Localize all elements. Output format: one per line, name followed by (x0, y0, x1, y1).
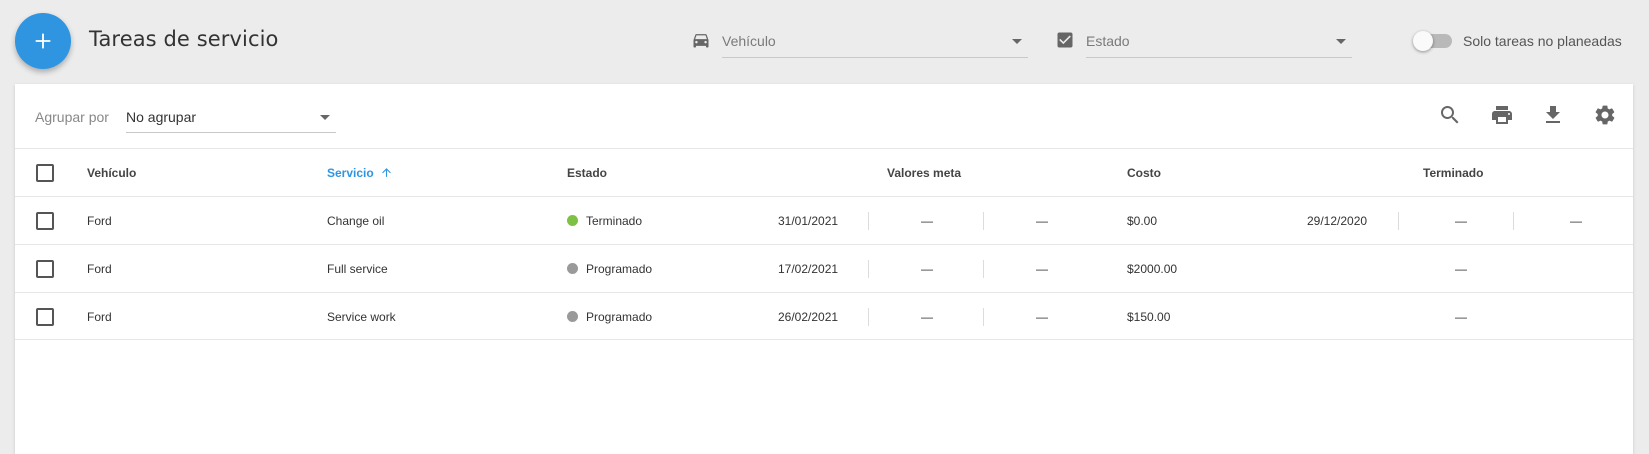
header-bar: Tareas de servicio Vehículo Estado Solo … (0, 0, 1649, 82)
status-dot (567, 263, 578, 274)
tasks-table: Vehículo Servicio Estado Valores meta Co… (15, 148, 1633, 340)
cell-target-value-1: — (921, 310, 933, 324)
toggle-knob (1413, 31, 1433, 51)
cell-vehicle: Ford (87, 310, 112, 324)
group-by-label: Agrupar por (35, 109, 109, 125)
cell-target-date: 17/02/2021 (778, 262, 839, 276)
column-separator (868, 260, 869, 278)
chevron-down-icon (320, 115, 330, 120)
cell-service: Change oil (327, 214, 385, 228)
chevron-down-icon (1336, 39, 1346, 44)
column-separator (983, 260, 984, 278)
checkbox-checked-icon (1055, 30, 1075, 55)
column-header-cost[interactable]: Costo (1127, 149, 1161, 197)
cell-cost: $0.00 (1127, 214, 1158, 228)
cell-target-date: 26/02/2021 (778, 310, 839, 324)
column-separator (983, 308, 984, 326)
unplanned-only-toggle[interactable] (1413, 31, 1452, 51)
status-dot (567, 311, 578, 322)
vehicle-filter[interactable]: Vehículo (722, 24, 1028, 58)
search-button[interactable] (1438, 103, 1462, 127)
status-filter-placeholder: Estado (1086, 33, 1130, 49)
cell-finished-value-1: — (1455, 214, 1467, 228)
row-checkbox[interactable] (36, 212, 54, 230)
column-header-target-values[interactable]: Valores meta (887, 149, 961, 197)
cell-service: Full service (327, 262, 388, 276)
cell-target-value-1: — (921, 262, 933, 276)
column-separator (983, 212, 984, 230)
arrow-up-icon (382, 168, 391, 177)
column-header-status[interactable]: Estado (567, 149, 607, 197)
column-header-vehicle[interactable]: Vehículo (87, 149, 136, 197)
row-checkbox[interactable] (36, 260, 54, 278)
cell-target-value-2: — (1036, 262, 1048, 276)
cell-cost: $150.00 (1127, 310, 1171, 324)
status-filter[interactable]: Estado (1086, 24, 1352, 58)
cell-finished-date: 29/12/2020 (1307, 214, 1368, 228)
cell-finished-value-1: — (1455, 262, 1467, 276)
vehicle-filter-placeholder: Vehículo (722, 33, 776, 49)
cell-service: Service work (327, 310, 396, 324)
cell-finished-value-2: — (1570, 214, 1582, 228)
download-button[interactable] (1541, 103, 1565, 127)
column-header-finished[interactable]: Terminado (1423, 149, 1483, 197)
print-icon (1492, 106, 1512, 124)
cell-vehicle: Ford (87, 214, 112, 228)
status-dot (567, 215, 578, 226)
group-by-value: No agrupar (126, 109, 197, 125)
table-row[interactable]: Ford Change oil Terminado 31/01/2021 — —… (15, 196, 1633, 244)
cell-cost: $2000.00 (1127, 262, 1178, 276)
column-separator (868, 308, 869, 326)
cell-target-date: 31/01/2021 (778, 214, 839, 228)
add-task-button[interactable] (15, 13, 71, 69)
table-row[interactable]: Ford Full service Programado 17/02/2021 … (15, 244, 1633, 292)
cell-target-value-2: — (1036, 310, 1048, 324)
column-separator (1398, 212, 1399, 230)
table-row[interactable]: Ford Service work Programado 26/02/2021 … (15, 292, 1633, 340)
cell-status: Programado (567, 293, 652, 341)
status-label: Programado (586, 262, 653, 276)
download-icon (1546, 106, 1560, 123)
page-title: Tareas de servicio (89, 27, 279, 51)
print-button[interactable] (1490, 103, 1514, 127)
cell-target-value-2: — (1036, 214, 1048, 228)
unplanned-only-label: Solo tareas no planeadas (1463, 33, 1622, 49)
settings-button[interactable] (1593, 103, 1617, 127)
row-checkbox[interactable] (36, 308, 54, 326)
car-icon (691, 30, 711, 55)
cell-vehicle: Ford (87, 262, 112, 276)
tasks-card: Agrupar por No agrupar Vehículo Servicio (15, 84, 1633, 454)
plus-icon (35, 33, 51, 49)
column-header-service[interactable]: Servicio (327, 149, 393, 197)
column-separator (868, 212, 869, 230)
gear-icon (1595, 105, 1615, 125)
select-all-checkbox[interactable] (36, 164, 54, 182)
column-header-service-label: Servicio (327, 166, 374, 180)
group-by-select[interactable]: No agrupar (126, 99, 336, 133)
cell-status: Terminado (567, 197, 642, 245)
chevron-down-icon (1012, 39, 1022, 44)
table-header-row: Vehículo Servicio Estado Valores meta Co… (15, 148, 1633, 196)
search-icon (1441, 106, 1459, 124)
cell-target-value-1: — (921, 214, 933, 228)
status-label: Programado (586, 310, 653, 324)
cell-finished-value-1: — (1455, 310, 1467, 324)
column-separator (1513, 212, 1514, 230)
status-label: Terminado (586, 214, 643, 228)
cell-status: Programado (567, 245, 652, 293)
